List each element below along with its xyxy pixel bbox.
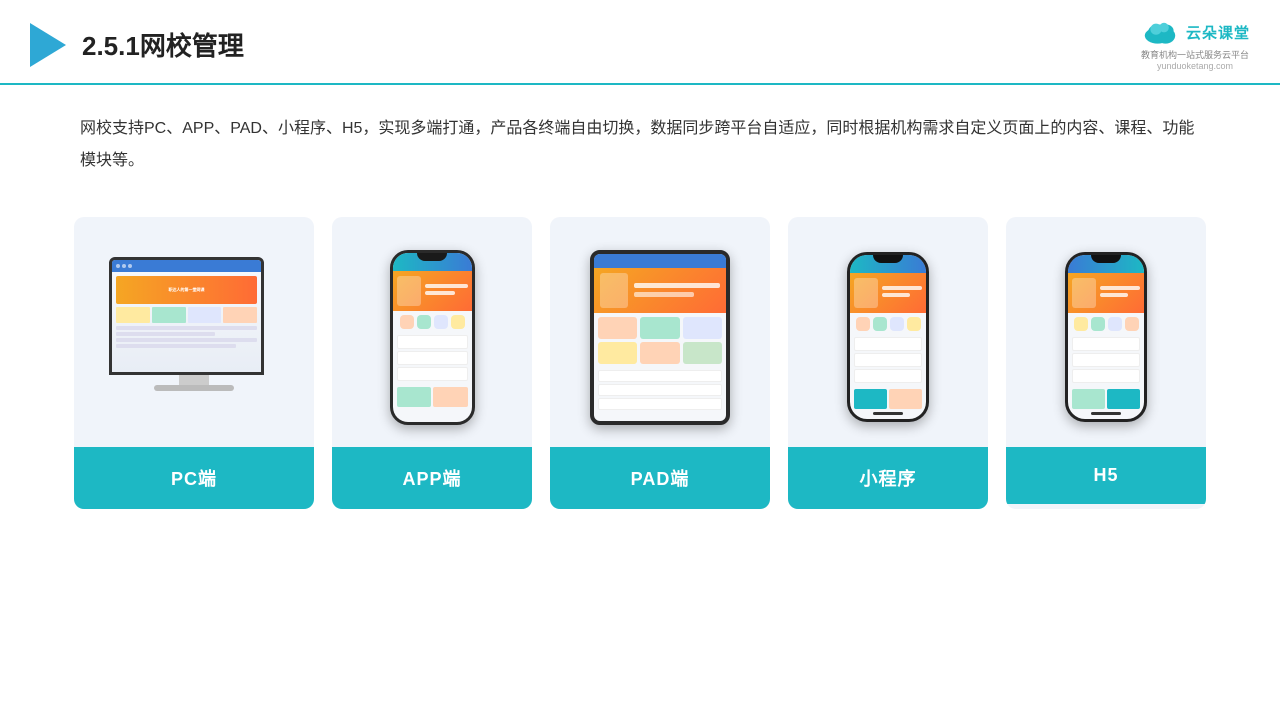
card-pc-image: 职达人的第一堂网课 xyxy=(74,217,314,447)
h5-course-list xyxy=(1068,335,1144,387)
pc-screen-header xyxy=(112,260,261,272)
pc-banner-text: 职达人的第一堂网课 xyxy=(169,287,205,293)
pc-screen-inner: 职达人的第一堂网课 xyxy=(112,260,261,372)
card-h5: H5 xyxy=(1006,217,1206,509)
pad-banner-figure xyxy=(600,273,628,308)
logo-url: yunduoketang.com xyxy=(1157,61,1233,71)
card-app-label: APP端 xyxy=(332,447,532,509)
pc-grid xyxy=(116,307,257,323)
pad-top-bar xyxy=(594,254,726,268)
pc-dot-3 xyxy=(128,264,132,268)
phone-notch xyxy=(417,253,447,261)
card-mini-label: 小程序 xyxy=(788,447,988,509)
phone-banner xyxy=(393,271,472,311)
phone-figure xyxy=(397,276,421,306)
card-h5-image xyxy=(1006,217,1206,447)
pc-banner: 职达人的第一堂网课 xyxy=(116,276,257,304)
card-pc-label: PC端 xyxy=(74,447,314,509)
card-pad: PAD端 xyxy=(550,217,770,509)
logo-name: 云朵课堂 xyxy=(1186,22,1250,43)
card-miniprogram: 小程序 xyxy=(788,217,988,509)
phone-banner-text xyxy=(425,284,468,298)
pc-line-2 xyxy=(116,332,215,336)
pc-dot-2 xyxy=(122,264,126,268)
logo-tagline: 教育机构一站式服务云平台 xyxy=(1141,48,1249,61)
cloud-icon xyxy=(1140,18,1180,46)
page-title: 2.5.1网校管理 xyxy=(82,26,244,63)
description-text: 网校支持PC、APP、PAD、小程序、H5，实现多端打通，产品各终端自由切换，数… xyxy=(0,85,1280,187)
h5-home-indicator xyxy=(1091,412,1121,415)
mini-colored-row xyxy=(850,387,926,411)
pad-mockup xyxy=(590,250,730,425)
card-pc: 职达人的第一堂网课 xyxy=(74,217,314,509)
phone-colored-row xyxy=(393,385,472,409)
h5-icons xyxy=(1068,313,1144,335)
card-mini-image xyxy=(788,217,988,447)
phone-icons xyxy=(393,311,472,333)
h5-phone-mockup xyxy=(1065,252,1147,422)
mini-phone-screen xyxy=(850,255,926,419)
pc-grid-4 xyxy=(223,307,257,323)
mini-banner xyxy=(850,273,926,313)
card-pad-label: PAD端 xyxy=(550,447,770,509)
logo-cloud: 云朵课堂 xyxy=(1140,18,1250,46)
h5-banner xyxy=(1068,273,1144,313)
page-header: 2.5.1网校管理 云朵课堂 教育机构一站式服务云平台 yunduoketang… xyxy=(0,0,1280,85)
app-phone-mockup xyxy=(390,250,475,425)
logo-area: 云朵课堂 教育机构一站式服务云平台 yunduoketang.com xyxy=(1140,18,1250,71)
h5-phone-notch xyxy=(1091,255,1121,263)
card-pad-image xyxy=(550,217,770,447)
card-app: APP端 xyxy=(332,217,532,509)
mini-icons xyxy=(850,313,926,335)
pc-grid-3 xyxy=(188,307,222,323)
card-app-image xyxy=(332,217,532,447)
mini-phone-notch xyxy=(873,255,903,263)
pc-mockup: 职达人的第一堂网课 xyxy=(109,257,279,417)
pc-line-4 xyxy=(116,344,236,348)
cards-container: 职达人的第一堂网课 xyxy=(0,187,1280,529)
pc-base xyxy=(154,385,234,391)
pc-line-1 xyxy=(116,326,257,330)
play-icon xyxy=(30,23,66,67)
card-h5-label: H5 xyxy=(1006,447,1206,504)
pc-screen: 职达人的第一堂网课 xyxy=(109,257,264,375)
phone-screen xyxy=(393,253,472,422)
pad-screen xyxy=(594,254,726,421)
pc-line-3 xyxy=(116,338,257,342)
h5-banner-text xyxy=(1100,286,1140,300)
pc-grid-1 xyxy=(116,307,150,323)
pc-content: 职达人的第一堂网课 xyxy=(112,272,261,354)
mini-figure xyxy=(854,278,878,308)
h5-phone-screen xyxy=(1068,255,1144,419)
mini-course-list xyxy=(850,335,926,387)
pc-dot-1 xyxy=(116,264,120,268)
mini-phone-mockup xyxy=(847,252,929,422)
pc-stand xyxy=(179,375,209,385)
pad-banner xyxy=(594,268,726,313)
pad-list xyxy=(594,368,726,414)
h5-colored-row xyxy=(1068,387,1144,411)
phone-course-list xyxy=(393,333,472,385)
header-left: 2.5.1网校管理 xyxy=(30,23,244,67)
h5-figure xyxy=(1072,278,1096,308)
mini-banner-text xyxy=(882,286,922,300)
pad-grid xyxy=(594,313,726,368)
pc-grid-2 xyxy=(152,307,186,323)
home-indicator xyxy=(873,412,903,415)
